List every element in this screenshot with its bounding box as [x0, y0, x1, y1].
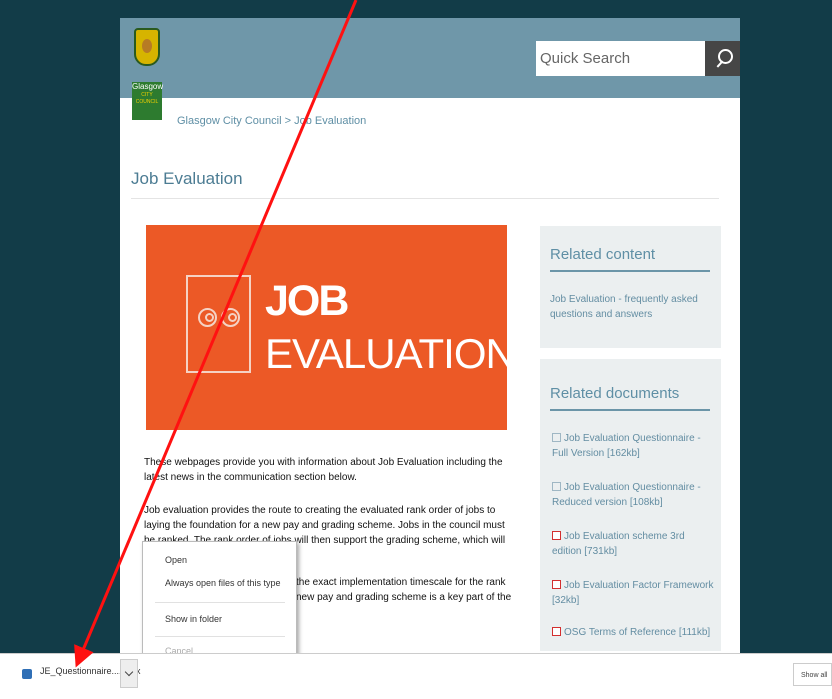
banner-job-text: JOB: [265, 277, 349, 325]
breadcrumb-separator: >: [284, 115, 292, 127]
download-bar: JE_Questionnaire....docx Show all: [0, 653, 832, 699]
pdf-icon: [552, 531, 561, 540]
related-content-divider: [550, 270, 710, 272]
word-file-icon: [22, 669, 32, 679]
document-link[interactable]: OSG Terms of Reference [111kb]: [552, 625, 716, 640]
search-input[interactable]: Quick Search: [536, 41, 705, 76]
timescale-paragraph: the exact implementation timescale for t…: [296, 577, 512, 603]
person-icon: [198, 308, 217, 327]
related-documents-divider: [550, 409, 710, 411]
download-context-menu: Open Always open files of this type Show…: [142, 541, 297, 665]
related-content-box: Related content Job Evaluation - frequen…: [540, 226, 721, 348]
document-link-label: Job Evaluation scheme 3rd edition [731kb…: [552, 531, 685, 557]
related-faq-link[interactable]: Job Evaluation - frequently asked questi…: [550, 292, 713, 322]
person-icon: [221, 308, 240, 327]
document-link[interactable]: Job Evaluation Questionnaire - Reduced v…: [552, 480, 716, 510]
show-all-button[interactable]: Show all: [793, 663, 832, 686]
pdf-icon: [552, 580, 561, 589]
document-link-label: Job Evaluation Factor Framework [32kb]: [552, 580, 714, 606]
word-document-icon: [552, 482, 561, 491]
coat-of-arms-icon: [134, 28, 160, 66]
menu-divider: [155, 602, 285, 603]
breadcrumb-current: Job Evaluation: [294, 115, 367, 127]
document-link[interactable]: Job Evaluation scheme 3rd edition [731kb…: [552, 529, 716, 559]
document-link[interactable]: Job Evaluation Factor Framework [32kb]: [552, 578, 716, 608]
breadcrumb: Glasgow City Council > Job Evaluation: [177, 115, 366, 127]
people-evaluation-icon: [186, 275, 251, 373]
document-link[interactable]: Job Evaluation Questionnaire - Full Vers…: [552, 431, 716, 461]
related-content-heading: Related content: [550, 246, 656, 263]
chevron-down-icon[interactable]: [120, 659, 138, 688]
title-divider: [131, 198, 719, 199]
related-documents-heading: Related documents: [550, 385, 680, 402]
logo-text: Glasgow CITY COUNCIL: [132, 82, 163, 120]
left-background: [0, 0, 120, 653]
page-title: Job Evaluation: [131, 169, 243, 188]
right-background: [740, 0, 832, 653]
site-header: Glasgow CITY COUNCIL Quick Search: [120, 18, 740, 120]
document-link-label: Job Evaluation Questionnaire - Reduced v…: [552, 482, 701, 508]
menu-divider: [155, 636, 285, 637]
document-link-label: Job Evaluation Questionnaire - Full Vers…: [552, 433, 701, 459]
top-background: [120, 0, 740, 18]
breadcrumb-home-link[interactable]: Glasgow City Council: [177, 115, 282, 127]
menu-open[interactable]: Open: [165, 555, 187, 565]
pdf-icon: [552, 627, 561, 636]
word-document-icon: [552, 433, 561, 442]
related-documents-box: Related documents Job Evaluation Questio…: [540, 359, 721, 651]
banner-evaluation-text: EVALUATION: [265, 330, 516, 377]
intro-paragraph: These webpages provide you with informat…: [144, 457, 503, 483]
document-link-label: OSG Terms of Reference [111kb]: [564, 627, 711, 638]
menu-always-open[interactable]: Always open files of this type: [165, 578, 281, 588]
job-evaluation-banner: JOB EVALUATION: [146, 225, 516, 430]
council-logo[interactable]: Glasgow CITY COUNCIL: [132, 24, 163, 124]
search-icon[interactable]: [705, 41, 740, 76]
menu-show-in-folder[interactable]: Show in folder: [165, 614, 222, 624]
